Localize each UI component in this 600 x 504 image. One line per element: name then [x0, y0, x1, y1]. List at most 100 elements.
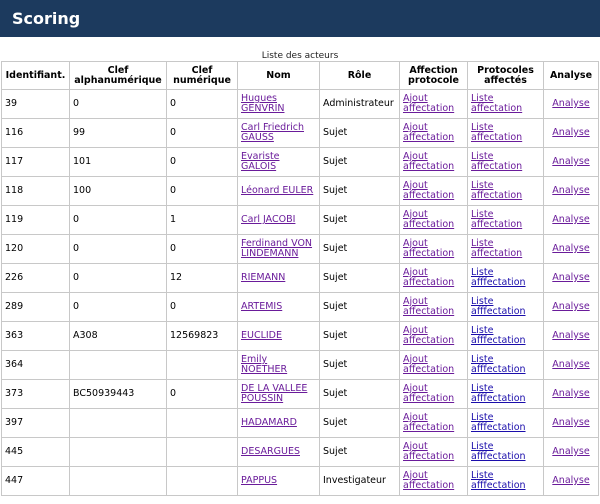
analyse-cell: Analyse — [543, 147, 599, 177]
name-link[interactable]: DESARGUES — [241, 446, 300, 457]
name-link[interactable]: RIEMANN — [241, 272, 285, 283]
table-row: 289 0 0 ARTEMIS Sujet Ajout affectation Liste … — [1, 292, 599, 322]
cell-clef-alphanumerique — [69, 408, 167, 438]
name-cell: DE LA VALLEE POUSSIN — [237, 379, 320, 409]
ajout-affectation-cell: Ajout affectation — [399, 234, 468, 264]
ajout-affectation-link[interactable]: Ajout affectation — [403, 325, 454, 346]
table-row: 116 99 0 Carl Friedrich GAUSS Sujet Ajout aff… — [1, 118, 599, 148]
actors-table: Identifiant. Clef alphanumérique Clef nu… — [1, 61, 599, 496]
ajout-affectation-link[interactable]: Ajout affectation — [403, 470, 454, 491]
ajout-affectation-link[interactable]: Ajout affectation — [403, 354, 454, 375]
cell-identifiant: 445 — [1, 437, 70, 467]
analyse-cell: Analyse — [543, 234, 599, 264]
cell-clef-alphanumerique: 99 — [69, 118, 167, 148]
cell-identifiant: 39 — [1, 89, 70, 119]
cell-clef-alphanumerique: 101 — [69, 147, 167, 177]
liste-affectation-link[interactable]: Liste afffectation — [471, 412, 526, 433]
liste-affectation-link[interactable]: Liste afffectation — [471, 354, 526, 375]
analyse-link[interactable]: Analyse — [552, 243, 589, 254]
cell-role: Sujet — [319, 321, 400, 351]
name-link[interactable]: Léonard EULER — [241, 185, 313, 196]
analyse-cell: Analyse — [543, 292, 599, 322]
name-link[interactable]: Carl JACOBI — [241, 214, 295, 225]
analyse-link[interactable]: Analyse — [552, 272, 589, 283]
analyse-link[interactable]: Analyse — [552, 301, 589, 312]
analyse-link[interactable]: Analyse — [552, 98, 589, 109]
cell-identifiant: 397 — [1, 408, 70, 438]
ajout-affectation-link[interactable]: Ajout affectation — [403, 296, 454, 317]
cell-identifiant: 119 — [1, 205, 70, 235]
table-row: 39 0 0 Hugues GENVRIN Administrateur Ajout af… — [1, 89, 599, 119]
liste-affectation-link[interactable]: Liste afffectation — [471, 441, 526, 462]
ajout-affectation-link[interactable]: Ajout affectation — [403, 238, 454, 259]
name-cell: Evariste GALOIS — [237, 147, 320, 177]
liste-affectation-link[interactable]: Liste afffectation — [471, 296, 526, 317]
analyse-link[interactable]: Analyse — [552, 417, 589, 428]
name-link[interactable]: Ferdinand VON LINDEMANN — [241, 238, 312, 259]
cell-clef-alphanumerique: BC50939443 — [69, 379, 167, 409]
liste-affectation-link[interactable]: Liste affectation — [471, 209, 522, 230]
analyse-link[interactable]: Analyse — [552, 388, 589, 399]
name-link[interactable]: Carl Friedrich GAUSS — [241, 122, 304, 143]
ajout-affectation-cell: Ajout affectation — [399, 147, 468, 177]
name-link[interactable]: Hugues GENVRIN — [241, 93, 284, 114]
name-link[interactable]: HADAMARD — [241, 417, 297, 428]
cell-identifiant: 363 — [1, 321, 70, 351]
ajout-affectation-link[interactable]: Ajout affectation — [403, 93, 454, 114]
analyse-link[interactable]: Analyse — [552, 330, 589, 341]
name-link[interactable]: PAPPUS — [241, 475, 277, 486]
cell-clef-numerique: 0 — [166, 89, 238, 119]
ajout-affectation-link[interactable]: Ajout affectation — [403, 412, 454, 433]
name-cell: PAPPUS — [237, 466, 320, 496]
ajout-affectation-link[interactable]: Ajout affectation — [403, 209, 454, 230]
analyse-link[interactable]: Analyse — [552, 156, 589, 167]
name-link[interactable]: ARTEMIS — [241, 301, 282, 312]
liste-affectation-link[interactable]: Liste affectation — [471, 122, 522, 143]
liste-affectation-cell: Liste afffectation — [467, 350, 544, 380]
cell-clef-alphanumerique: A308 — [69, 321, 167, 351]
name-link[interactable]: DE LA VALLEE POUSSIN — [241, 383, 307, 404]
name-cell: Carl Friedrich GAUSS — [237, 118, 320, 148]
analyse-link[interactable]: Analyse — [552, 127, 589, 138]
cell-clef-alphanumerique: 0 — [69, 205, 167, 235]
cell-clef-alphanumerique: 0 — [69, 234, 167, 264]
name-cell: HADAMARD — [237, 408, 320, 438]
name-link[interactable]: EUCLIDE — [241, 330, 282, 341]
liste-affectation-link[interactable]: Liste affectation — [471, 238, 522, 259]
liste-affectation-link[interactable]: Liste affectation — [471, 93, 522, 114]
cell-role: Sujet — [319, 147, 400, 177]
ajout-affectation-link[interactable]: Ajout affectation — [403, 267, 454, 288]
liste-affectation-link[interactable]: Liste afffectation — [471, 325, 526, 346]
liste-affectation-cell: Liste afffectation — [467, 437, 544, 467]
liste-affectation-cell: Liste afffectation — [467, 321, 544, 351]
analyse-link[interactable]: Analyse — [552, 185, 589, 196]
cell-clef-numerique: 0 — [166, 147, 238, 177]
liste-affectation-link[interactable]: Liste afffectation — [471, 470, 526, 491]
analyse-link[interactable]: Analyse — [552, 475, 589, 486]
analyse-cell: Analyse — [543, 408, 599, 438]
ajout-affectation-link[interactable]: Ajout affectation — [403, 383, 454, 404]
col-header-protocoles-affectes: Protocoles affectés — [467, 61, 544, 90]
liste-affectation-link[interactable]: Liste affectation — [471, 151, 522, 172]
table-caption: Liste des acteurs — [261, 51, 339, 61]
liste-affectation-link[interactable]: Liste afffectation — [471, 383, 526, 404]
ajout-affectation-link[interactable]: Ajout affectation — [403, 122, 454, 143]
ajout-affectation-link[interactable]: Ajout affectation — [403, 441, 454, 462]
table-row: 118 100 0 Léonard EULER Sujet Ajout affectati… — [1, 176, 599, 206]
ajout-affectation-link[interactable]: Ajout affectation — [403, 180, 454, 201]
liste-affectation-link[interactable]: Liste affectation — [471, 180, 522, 201]
analyse-link[interactable]: Analyse — [552, 359, 589, 370]
name-link[interactable]: Emily NOETHER — [241, 354, 287, 375]
ajout-affectation-link[interactable]: Ajout affectation — [403, 151, 454, 172]
ajout-affectation-cell: Ajout affectation — [399, 263, 468, 293]
liste-affectation-link[interactable]: Liste afffectation — [471, 267, 526, 288]
cell-clef-numerique: 12 — [166, 263, 238, 293]
name-cell: Léonard EULER — [237, 176, 320, 206]
analyse-link[interactable]: Analyse — [552, 446, 589, 457]
ajout-affectation-cell: Ajout affectation — [399, 350, 468, 380]
analyse-link[interactable]: Analyse — [552, 214, 589, 225]
cell-clef-alphanumerique: 100 — [69, 176, 167, 206]
col-header-identifiant: Identifiant. — [1, 61, 70, 90]
analyse-cell: Analyse — [543, 176, 599, 206]
name-link[interactable]: Evariste GALOIS — [241, 151, 280, 172]
